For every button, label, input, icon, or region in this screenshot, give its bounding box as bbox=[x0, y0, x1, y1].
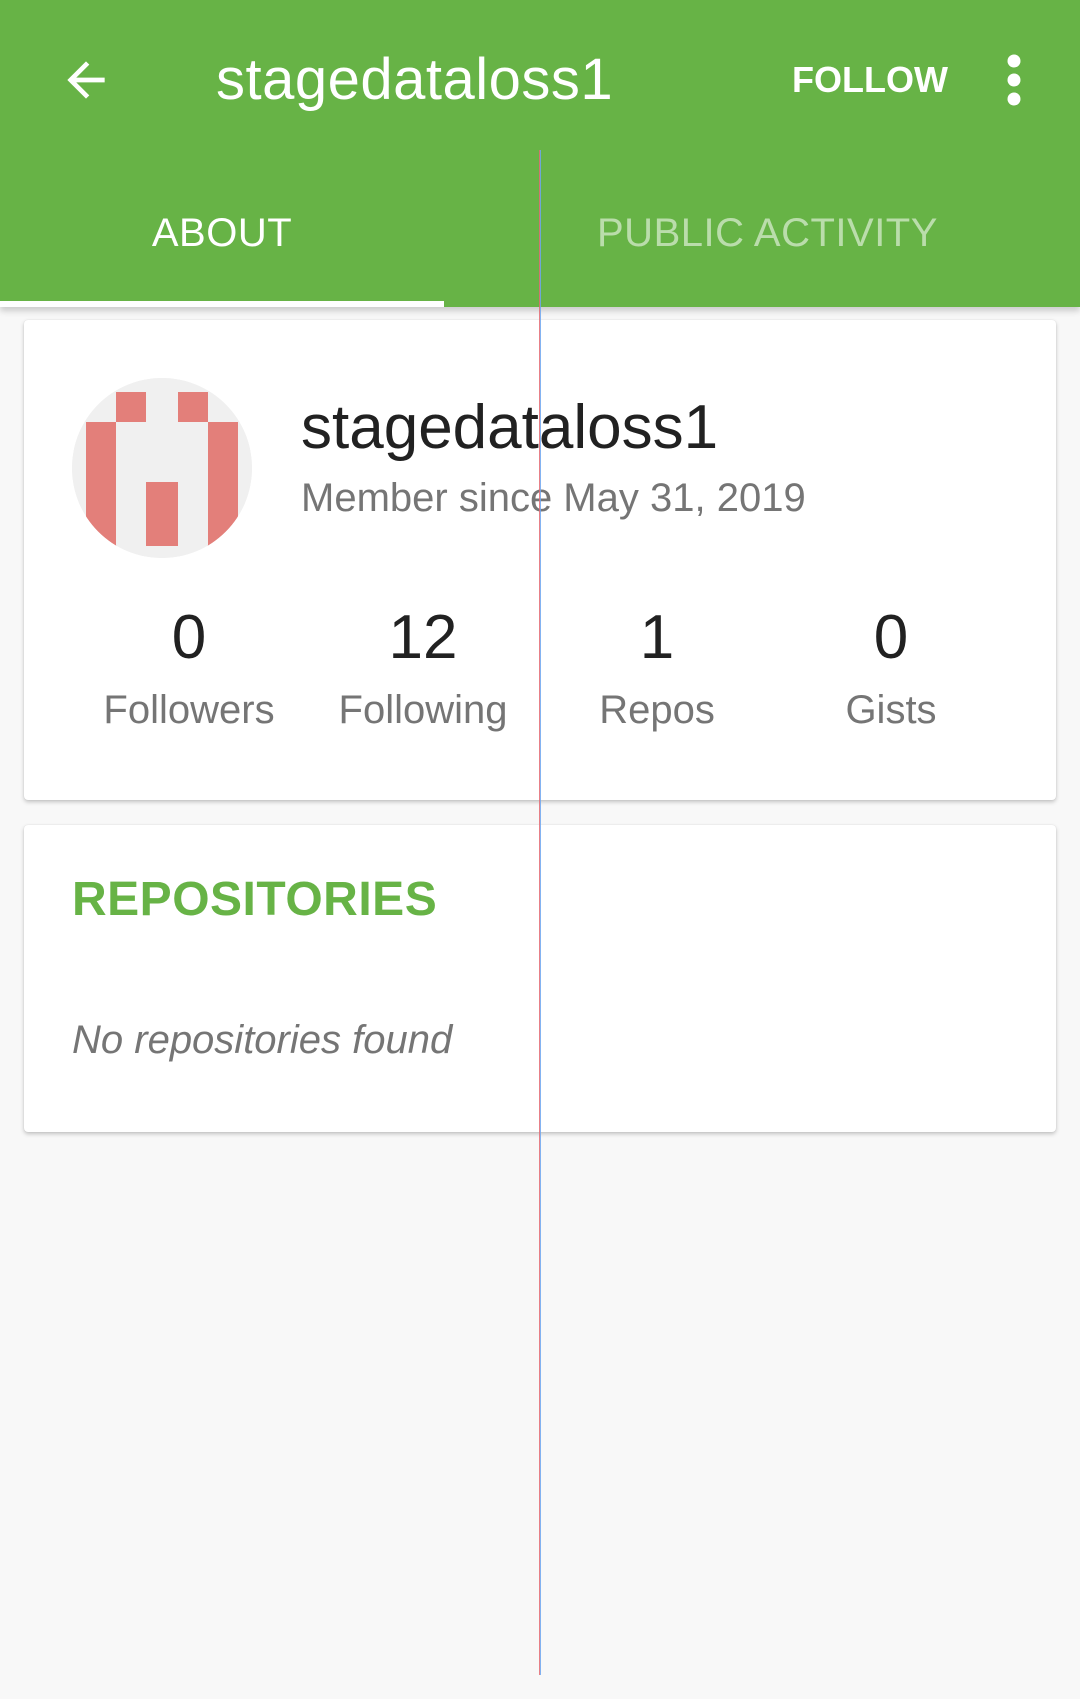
stat-repos-label: Repos bbox=[599, 688, 715, 732]
stat-repos[interactable]: 1 Repos bbox=[540, 600, 774, 738]
stat-gists-count: 0 bbox=[873, 603, 909, 672]
follow-button[interactable]: FOLLOW bbox=[780, 48, 960, 112]
tab-indicator bbox=[0, 301, 444, 307]
back-button[interactable] bbox=[44, 38, 128, 122]
stat-gists-label: Gists bbox=[845, 688, 937, 732]
stat-following-count: 12 bbox=[388, 603, 458, 672]
app-screen: stagedataloss1 FOLLOW ABOUT PUBLIC ACTIV… bbox=[0, 0, 1080, 1699]
toolbar-title: stagedataloss1 bbox=[216, 47, 614, 112]
stat-followers-count: 0 bbox=[171, 603, 207, 672]
member-since-text: Member since May 31, 2019 bbox=[301, 476, 806, 520]
repositories-heading: REPOSITORIES bbox=[72, 873, 438, 926]
tab-public-activity-label: PUBLIC ACTIVITY bbox=[597, 211, 938, 255]
tab-about-label: ABOUT bbox=[151, 211, 293, 255]
identicon-image bbox=[72, 378, 252, 558]
stat-following-label: Following bbox=[338, 688, 508, 732]
tab-about[interactable]: ABOUT bbox=[0, 160, 444, 307]
arrow-back-icon bbox=[67, 61, 105, 99]
avatar[interactable] bbox=[72, 378, 252, 558]
overflow-menu-button[interactable] bbox=[984, 44, 1044, 116]
more-vert-icon bbox=[1007, 54, 1021, 106]
profile-name: stagedataloss1 bbox=[301, 393, 719, 462]
layout-guide-line bbox=[539, 150, 541, 1675]
repositories-empty-message: No repositories found bbox=[72, 1018, 453, 1062]
stat-following[interactable]: 12 Following bbox=[306, 600, 540, 738]
stat-followers[interactable]: 0 Followers bbox=[72, 600, 306, 738]
stat-gists[interactable]: 0 Gists bbox=[774, 600, 1008, 738]
stat-followers-label: Followers bbox=[103, 688, 275, 732]
stat-repos-count: 1 bbox=[639, 603, 675, 672]
